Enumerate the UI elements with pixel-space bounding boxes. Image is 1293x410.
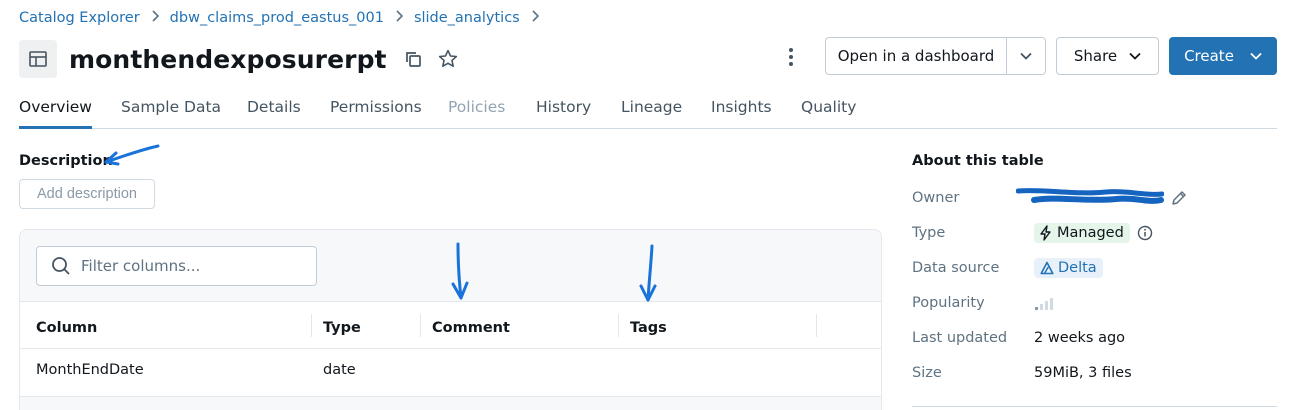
tab-details[interactable]: Details [247,98,301,129]
last-updated-label: Last updated [912,330,1008,346]
description-heading: Description [19,153,113,169]
owner-value[interactable] [1016,187,1188,209]
last-updated-value: 2 weeks ago [1034,330,1126,346]
more-options-icon[interactable] [781,44,801,70]
table-icon [19,40,57,78]
breadcrumb-catalog[interactable]: dbw_claims_prod_eastus_001 [170,10,384,26]
breadcrumb-catalog-explorer[interactable]: Catalog Explorer [19,10,140,26]
chevron-down-icon [1250,52,1262,60]
type-badge: Managed [1034,223,1130,243]
data-source-value-wrap: Delta [1034,258,1103,278]
create-button[interactable]: Create [1169,37,1277,75]
tab-lineage[interactable]: Lineage [621,98,682,129]
tab-permissions[interactable]: Permissions [330,98,422,129]
table-row[interactable]: MonthEndDate date [20,349,881,397]
redacted-owner-name [1016,188,1164,204]
chevron-down-icon [1129,52,1141,60]
column-header-column[interactable]: Column [36,302,97,349]
type-value-wrap: Managed [1034,223,1153,243]
copy-icon[interactable] [403,49,423,69]
owner-label: Owner [912,190,960,206]
filter-columns-input[interactable] [81,257,301,275]
add-description-button[interactable]: Add description [19,179,155,209]
popularity-bars-icon [1034,295,1054,311]
popularity-label: Popularity [912,295,985,311]
search-icon [51,256,71,276]
size-label: Size [912,365,942,381]
tab-history[interactable]: History [536,98,591,129]
tab-overview[interactable]: Overview [19,98,92,129]
column-divider[interactable] [420,314,421,337]
open-in-dashboard-button[interactable]: Open in a dashboard [825,37,1007,75]
columns-table: Column Type Comment Tags MonthEndDate da… [20,301,881,397]
column-header-type[interactable]: Type [323,302,361,349]
edit-pencil-icon[interactable] [1170,189,1188,207]
title-row: monthendexposurerpt [19,40,459,78]
type-label: Type [912,225,946,241]
share-button-label: Share [1073,47,1118,65]
column-header-tags[interactable]: Tags [630,302,667,349]
data-source-badge: Delta [1034,258,1103,278]
data-source-label: Data source [912,260,1000,276]
table-header: Column Type Comment Tags [20,302,881,349]
share-button[interactable]: Share [1056,37,1159,75]
about-divider [912,406,1277,407]
delta-icon [1040,261,1054,275]
create-button-label: Create [1184,47,1234,65]
tab-quality[interactable]: Quality [801,98,856,129]
chevron-down-icon [1020,52,1032,60]
data-source-value: Delta [1058,260,1097,276]
breadcrumb-schema[interactable]: slide_analytics [414,10,520,26]
cell-column-type: date [323,362,356,378]
breadcrumb: Catalog Explorer dbw_claims_prod_eastus_… [19,10,550,26]
lightning-icon [1040,225,1052,241]
chevron-right-icon [151,10,159,26]
chevron-right-icon [531,10,539,26]
tab-policies: Policies [448,98,506,116]
column-header-comment[interactable]: Comment [432,302,510,349]
tab-bar: Overview Sample Data Details Permissions… [19,98,1277,129]
column-divider[interactable] [311,314,312,337]
star-icon[interactable] [437,48,459,70]
column-divider[interactable] [816,314,817,337]
info-icon[interactable] [1137,225,1153,241]
column-divider[interactable] [618,314,619,337]
about-heading: About this table [912,153,1044,169]
chevron-right-icon [395,10,404,26]
tab-insights[interactable]: Insights [711,98,772,129]
cell-column-name: MonthEndDate [36,362,144,378]
type-value: Managed [1057,225,1124,241]
tab-sample-data[interactable]: Sample Data [121,98,221,129]
page-title: monthendexposurerpt [69,44,387,74]
columns-panel: Column Type Comment Tags MonthEndDate da… [19,229,882,410]
size-value: 59MiB, 3 files [1034,365,1132,381]
open-in-dashboard-dropdown[interactable] [1006,37,1046,75]
filter-columns-field[interactable] [36,246,317,286]
